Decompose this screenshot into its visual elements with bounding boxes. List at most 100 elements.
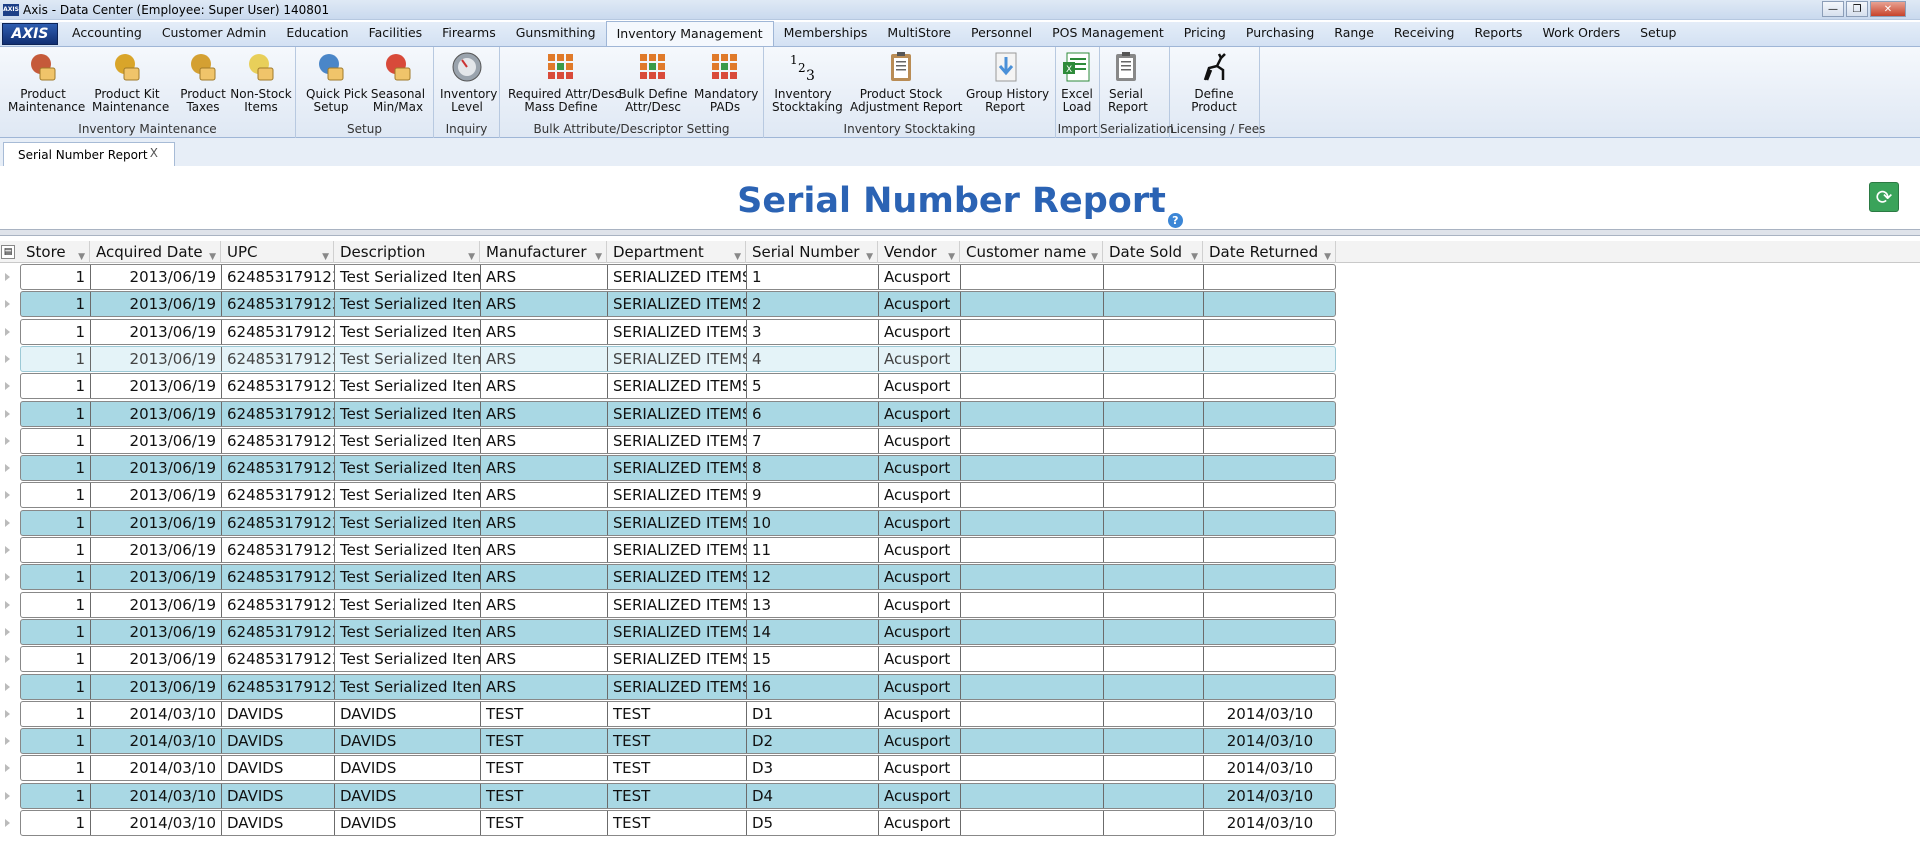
ribbon-button-product-stock-adjustment-report[interactable]: Product Stock Adjustment Report [850,50,963,114]
table-row[interactable]: 1 2013/06/19 624853179123 Test Serialized I… [20,482,1336,509]
row-selector[interactable] [0,755,20,782]
menu-tab-range[interactable]: Range [1324,24,1384,46]
table-row[interactable]: 1 2014/03/10 DAVIDS DAVIDS TEST TEST D1 Acuspor… [20,700,1336,727]
ribbon-button-define-product[interactable]: Define Product [1178,50,1250,114]
table-row[interactable]: 1 2013/06/19 624853179123 Test Serialized I… [20,673,1336,700]
table-row[interactable]: 1 2013/06/19 624853179123 Test Serialized I… [20,591,1336,618]
menu-tab-memberships[interactable]: Memberships [774,24,878,46]
ribbon-button-quick-pick-setup[interactable]: Quick Pick Setup [306,50,368,114]
ribbon-button-serial-report[interactable]: Serial Report [1108,50,1148,114]
column-header-upc[interactable]: UPC ▼ [221,241,334,263]
menu-tab-inventory-management[interactable]: Inventory Management [605,21,774,46]
column-header-serial-number[interactable]: Serial Number ▼ [746,241,878,263]
table-row[interactable]: 1 2013/06/19 624853179123 Test Serialized I… [20,509,1336,536]
refresh-button[interactable]: ⟳ [1869,182,1899,212]
row-selector[interactable] [0,482,20,509]
row-selector[interactable] [0,401,20,428]
menu-tab-accounting[interactable]: Accounting [62,24,152,46]
ribbon-button-seasonal-min-max[interactable]: Seasonal Min/Max [370,50,426,114]
table-row[interactable]: 1 2013/06/19 624853179123 Test Serialized I… [20,345,1336,372]
row-selector[interactable] [0,346,20,373]
help-icon[interactable]: ? [1167,213,1183,228]
menu-tab-receiving[interactable]: Receiving [1384,24,1465,46]
ribbon-button-inventory-level[interactable]: Inventory Level [440,50,497,114]
column-header-department[interactable]: Department ▼ [607,241,746,263]
column-header-customer-name[interactable]: Customer name ▼ [960,241,1103,263]
cell-upc: DAVIDS [222,756,335,781]
table-row[interactable]: 1 2013/06/19 624853179123 Test Serialized I… [20,646,1336,673]
ribbon-button-non-stock-items[interactable]: Non-Stock Items [230,50,292,114]
tab-serial-number-report[interactable]: Serial Number Report X [3,142,175,166]
table-row[interactable]: 1 2013/06/19 624853179123 Test Serialized I… [20,618,1336,645]
close-button[interactable]: ✕ [1870,1,1906,17]
menu-tab-customer-admin[interactable]: Customer Admin [152,24,277,46]
ribbon-button-required-attr-desc-mass-define[interactable]: Required Attr/Desc Mass Define [508,50,621,114]
table-row[interactable]: 1 2013/06/19 624853179123 Test Serialized I… [20,291,1336,318]
table-row[interactable]: 1 2013/06/19 624853179123 Test Serialized I… [20,537,1336,563]
row-selector[interactable] [0,510,20,537]
row-selector[interactable] [0,537,20,564]
column-header-date-returned[interactable]: Date Returned ▼ [1203,241,1336,263]
menu-tab-purchasing[interactable]: Purchasing [1236,24,1324,46]
splitter[interactable] [0,229,1920,236]
menu-tab-gunsmithing[interactable]: Gunsmithing [506,24,606,46]
row-selector[interactable] [0,646,20,673]
table-row[interactable]: 1 2014/03/10 DAVIDS DAVIDS TEST TEST D5 Acuspor… [20,810,1336,836]
tab-close-icon[interactable]: X [150,146,158,160]
row-selector[interactable] [0,619,20,646]
table-row[interactable]: 1 2013/06/19 624853179123 Test Serialized I… [20,455,1336,482]
menu-tab-work-orders[interactable]: Work Orders [1532,24,1630,46]
row-selector[interactable] [0,728,20,755]
row-selector[interactable] [0,564,20,591]
table-row[interactable]: 1 2013/06/19 624853179123 Test Serialized I… [20,264,1336,290]
row-selector[interactable] [0,810,20,837]
row-selector[interactable] [0,264,20,291]
menu-tab-pos-management[interactable]: POS Management [1042,24,1174,46]
row-indicator-icon [5,300,10,309]
menu-tab-reports[interactable]: Reports [1464,24,1532,46]
ribbon-button-group-history-report[interactable]: Group History Report [966,50,1049,114]
ribbon-button-inventory-stocktaking[interactable]: 1 2 3 Inventory Stocktaking [772,50,843,114]
ribbon-button-product-taxes[interactable]: Product Taxes [176,50,230,114]
ribbon-button-bulk-define-attr-desc[interactable]: Bulk Define Attr/Desc [618,50,688,114]
menu-tab-multistore[interactable]: MultiStore [877,24,961,46]
table-row[interactable]: 1 2013/06/19 624853179123 Test Serialized I… [20,427,1336,454]
column-header-date-sold[interactable]: Date Sold ▼ [1103,241,1203,263]
minimize-button[interactable]: — [1822,1,1844,17]
table-row[interactable]: 1 2013/06/19 624853179123 Test Serialized I… [20,400,1336,427]
column-header-manufacturer[interactable]: Manufacturer ▼ [480,241,607,263]
row-selector[interactable] [0,373,20,400]
table-row[interactable]: 1 2013/06/19 624853179123 Test Serialized I… [20,373,1336,400]
menu-tab-firearms[interactable]: Firearms [432,24,506,46]
column-header-description[interactable]: Description ▼ [334,241,480,263]
column-header-acquired-date[interactable]: Acquired Date ▼ [90,241,221,263]
row-selector[interactable] [0,592,20,619]
maximize-button[interactable]: ❐ [1846,1,1868,17]
ribbon-button-excel-load[interactable]: X Excel Load [1060,50,1094,114]
table-row[interactable]: 1 2014/03/10 DAVIDS DAVIDS TEST TEST D4 Acuspor… [20,782,1336,809]
ribbon-button-product-kit-maintenance[interactable]: Product Kit Maintenance [92,50,169,114]
ribbon-button-product-maintenance[interactable]: Product Maintenance [8,50,85,114]
row-selector[interactable] [0,319,20,346]
row-selector[interactable] [0,783,20,810]
column-header-vendor[interactable]: Vendor ▼ [878,241,960,263]
cell-serial-number: 4 [747,346,879,371]
cell-date-returned [1204,511,1335,535]
menu-tab-facilities[interactable]: Facilities [359,24,433,46]
menu-tab-education[interactable]: Education [276,24,358,46]
ribbon-button-mandatory-pads[interactable]: Mandatory PADs [694,50,758,114]
menu-tab-setup[interactable]: Setup [1630,24,1686,46]
row-selector[interactable] [0,455,20,482]
column-chooser-icon[interactable]: ▤ [1,245,15,259]
menu-tab-pricing[interactable]: Pricing [1174,24,1236,46]
row-selector[interactable] [0,701,20,728]
table-row[interactable]: 1 2014/03/10 DAVIDS DAVIDS TEST TEST D2 Acuspor… [20,728,1336,755]
row-selector[interactable] [0,674,20,701]
table-row[interactable]: 1 2014/03/10 DAVIDS DAVIDS TEST TEST D3 Acuspor… [20,755,1336,782]
row-selector[interactable] [0,291,20,318]
column-header-store[interactable]: Store ▼ [20,241,90,263]
table-row[interactable]: 1 2013/06/19 624853179123 Test Serialized I… [20,564,1336,591]
table-row[interactable]: 1 2013/06/19 624853179123 Test Serialized I… [20,318,1336,345]
row-selector[interactable] [0,428,20,455]
menu-tab-personnel[interactable]: Personnel [961,24,1042,46]
